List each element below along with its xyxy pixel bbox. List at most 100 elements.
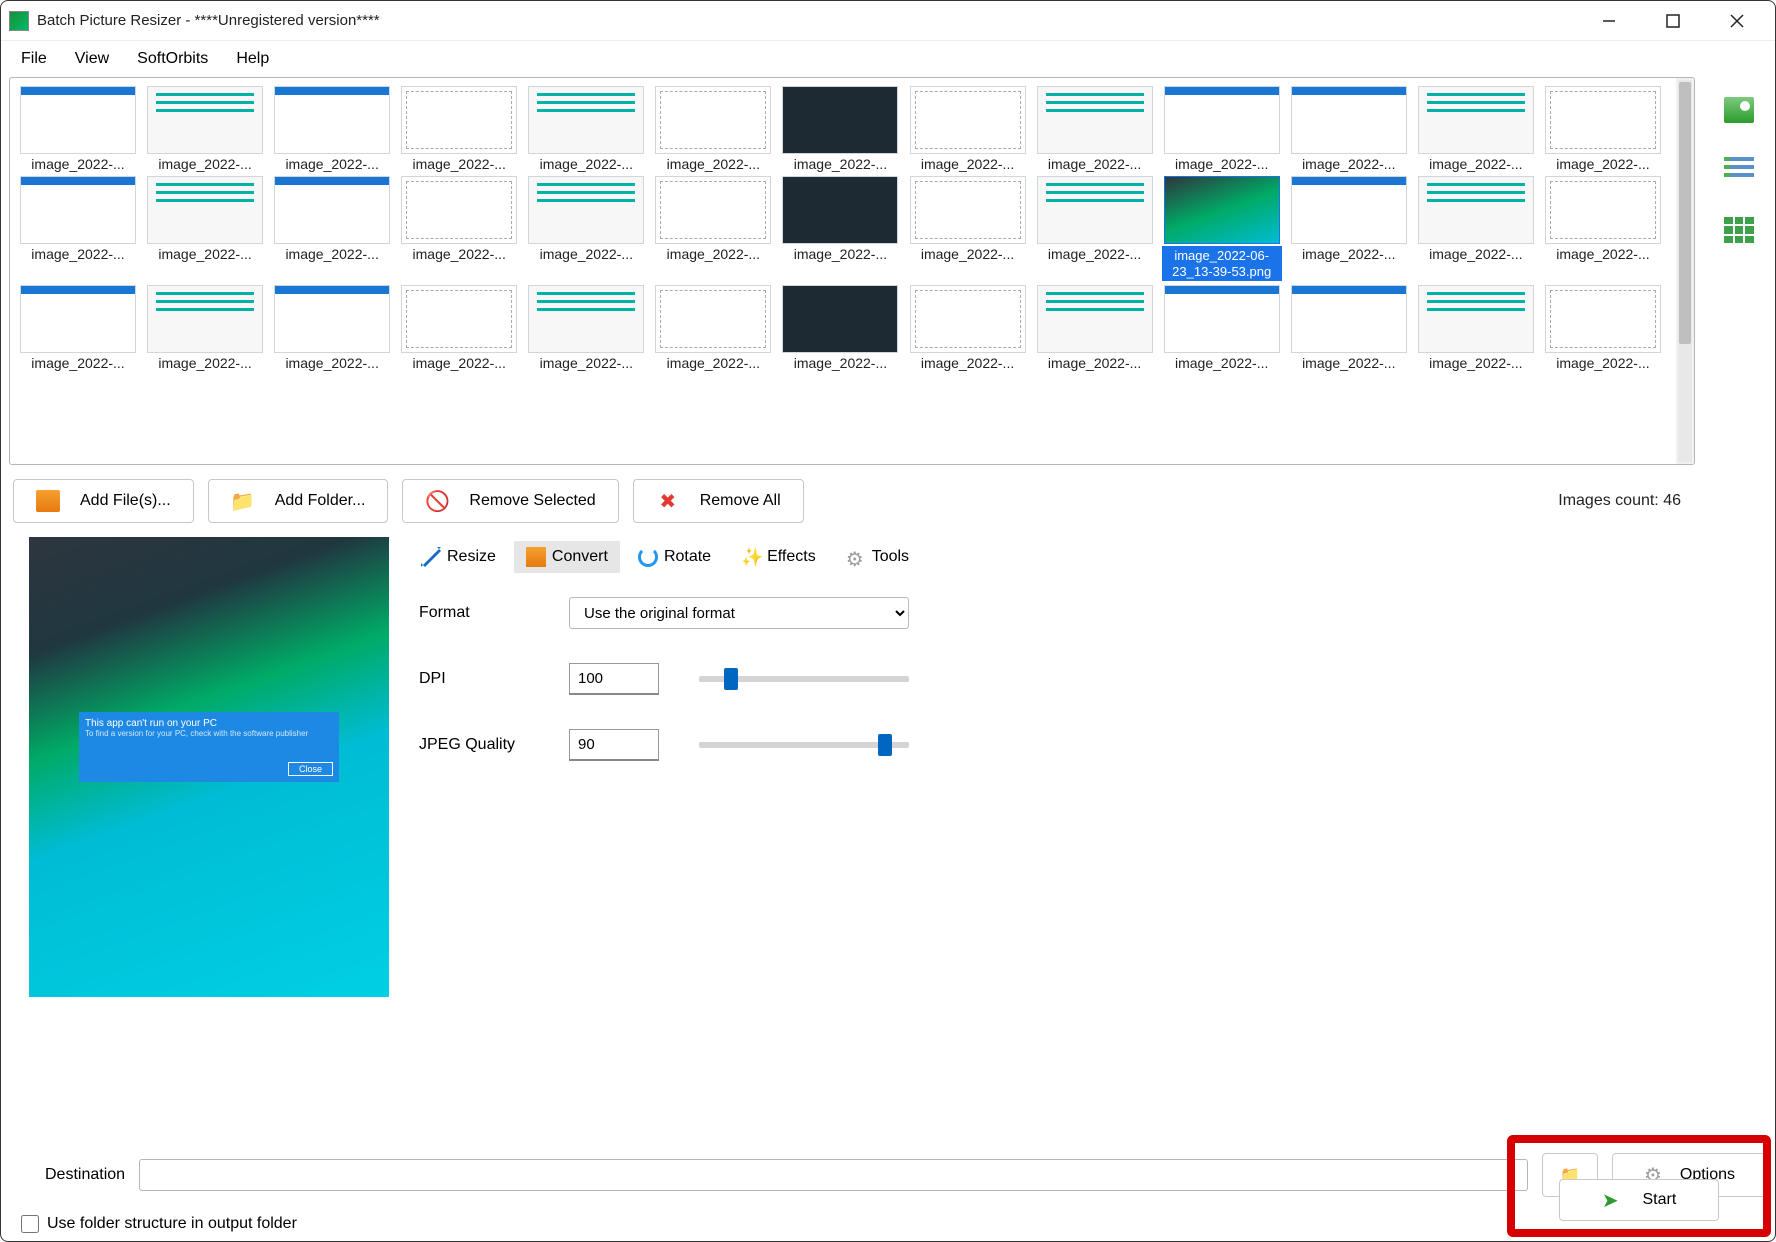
thumbnail-label: image_2022-... [399, 355, 519, 371]
thumbnail-image [1418, 86, 1534, 154]
tabs: Resize Convert Rotate ✨Effects ⚙Tools [409, 537, 1695, 577]
thumbnail-item[interactable]: image_2022-... [1416, 86, 1536, 172]
remove-all-button[interactable]: ✖ Remove All [633, 479, 804, 523]
jpeg-slider-knob[interactable] [878, 734, 892, 756]
thumbnail-item[interactable]: image_2022-... [272, 176, 392, 281]
thumbnail-image [1418, 285, 1534, 353]
format-select[interactable]: Use the original format [569, 597, 909, 629]
thumbnail-item[interactable]: image_2022-... [1416, 176, 1536, 281]
thumbnail-item[interactable]: image_2022-... [653, 285, 773, 371]
thumbnail-label: image_2022-... [145, 156, 265, 172]
thumbnail-item[interactable]: image_2022-... [1416, 285, 1536, 371]
tab-rotate[interactable]: Rotate [626, 541, 723, 573]
thumbnail-item[interactable]: image_2022-... [908, 86, 1028, 172]
thumbnail-item[interactable]: image_2022-... [1035, 285, 1155, 371]
thumbnail-item[interactable]: image_2022-... [399, 285, 519, 371]
thumbnail-item[interactable]: image_2022-... [272, 86, 392, 172]
destination-input[interactable] [139, 1159, 1528, 1191]
thumbnail-item[interactable]: image_2022-... [1035, 86, 1155, 172]
thumbnail-image [1164, 285, 1280, 353]
thumbnail-item[interactable]: image_2022-... [908, 176, 1028, 281]
thumbnail-item[interactable]: image_2022-... [145, 86, 265, 172]
menu-bar: File View SoftOrbits Help [1, 41, 1775, 77]
thumbnail-item[interactable]: image_2022-... [1035, 176, 1155, 281]
thumbnail-image [528, 86, 644, 154]
menu-help[interactable]: Help [224, 46, 281, 72]
thumbnail-item[interactable]: image_2022-... [272, 285, 392, 371]
dpi-slider-knob[interactable] [724, 668, 738, 690]
add-folder-icon: 📁 [231, 490, 255, 512]
thumbnail-item[interactable]: image_2022-... [1289, 285, 1409, 371]
thumbnail-image [401, 176, 517, 244]
add-folder-button[interactable]: 📁 Add Folder... [208, 479, 389, 523]
view-thumbnails-button[interactable] [1724, 97, 1754, 123]
thumbnail-item[interactable]: image_2022-... [908, 285, 1028, 371]
scrollbar-handle[interactable] [1679, 82, 1691, 344]
thumbnail-item[interactable]: image_2022-... [18, 176, 138, 281]
maximize-button[interactable] [1653, 6, 1693, 36]
scrollbar[interactable] [1676, 78, 1694, 464]
thumbnail-image [274, 86, 390, 154]
thumbnail-image [910, 176, 1026, 244]
minimize-button[interactable] [1589, 6, 1629, 36]
thumbnail-item[interactable]: image_2022-... [399, 176, 519, 281]
tab-resize[interactable]: Resize [409, 541, 508, 573]
view-list-button[interactable] [1724, 157, 1754, 183]
thumbnail-item[interactable]: image_2022-... [526, 86, 646, 172]
jpeg-slider[interactable] [699, 742, 909, 748]
thumbnail-label: image_2022-... [18, 355, 138, 371]
dpi-slider[interactable] [699, 676, 909, 682]
thumbnail-image [20, 86, 136, 154]
thumbnail-item[interactable]: image_2022-... [1543, 285, 1663, 371]
thumbnail-item[interactable]: image_2022-... [653, 86, 773, 172]
thumbnail-image [910, 285, 1026, 353]
thumbnail-image [1291, 176, 1407, 244]
menu-softorbits[interactable]: SoftOrbits [125, 46, 220, 72]
add-file-label: Add File(s)... [80, 492, 171, 510]
thumbnail-label: image_2022-... [272, 156, 392, 172]
thumbnail-label: image_2022-... [1162, 156, 1282, 172]
jpeg-input[interactable] [569, 729, 659, 761]
thumbnail-image [528, 176, 644, 244]
thumbnail-label: image_2022-... [526, 246, 646, 262]
tab-tools[interactable]: ⚙Tools [834, 541, 921, 573]
resize-icon [421, 547, 441, 567]
thumbnail-item[interactable]: image_2022-... [1289, 86, 1409, 172]
thumbnail-item[interactable]: image_2022-... [1543, 86, 1663, 172]
thumbnail-item[interactable]: image_2022-... [653, 176, 773, 281]
thumbnail-item[interactable]: image_2022-... [780, 86, 900, 172]
preview-dialog-sub: To find a version for your PC, check wit… [85, 729, 333, 738]
thumbnail-grid[interactable]: image_2022-...image_2022-...image_2022-.… [10, 78, 1676, 464]
tab-effects[interactable]: ✨Effects [729, 541, 828, 573]
thumbnail-item[interactable]: image_2022-... [1543, 176, 1663, 281]
view-grid-button[interactable] [1724, 217, 1754, 243]
start-button[interactable]: ➤ Start [1559, 1179, 1719, 1221]
menu-view[interactable]: View [63, 46, 121, 72]
thumbnail-item[interactable]: image_2022-... [526, 176, 646, 281]
thumbnail-item[interactable]: image_2022-... [526, 285, 646, 371]
thumbnail-item[interactable]: image_2022-... [1162, 86, 1282, 172]
window-title: Batch Picture Resizer - ****Unregistered… [37, 12, 1589, 29]
thumbnail-item[interactable]: image_2022-... [145, 176, 265, 281]
tab-convert[interactable]: Convert [514, 541, 620, 573]
thumbnail-image [782, 176, 898, 244]
thumbnail-item[interactable]: image_2022-... [780, 176, 900, 281]
action-bar: Add File(s)... 📁 Add Folder... 🚫 Remove … [9, 465, 1695, 537]
folder-structure-checkbox[interactable] [21, 1215, 39, 1233]
thumbnail-item[interactable]: image_2022-... [18, 86, 138, 172]
close-button[interactable] [1717, 6, 1757, 36]
thumbnail-label: image_2022-... [1289, 246, 1409, 262]
menu-file[interactable]: File [9, 46, 59, 72]
thumbnail-item[interactable]: image_2022-06-23_13-39-53.png [1162, 176, 1282, 281]
remove-selected-button[interactable]: 🚫 Remove Selected [402, 479, 618, 523]
thumbnail-item[interactable]: image_2022-... [18, 285, 138, 371]
thumbnail-item[interactable]: image_2022-... [780, 285, 900, 371]
add-file-button[interactable]: Add File(s)... [13, 479, 194, 523]
thumbnail-label: image_2022-... [780, 156, 900, 172]
thumbnail-item[interactable]: image_2022-... [399, 86, 519, 172]
thumbnail-item[interactable]: image_2022-... [1289, 176, 1409, 281]
thumbnail-item[interactable]: image_2022-... [145, 285, 265, 371]
thumbnail-item[interactable]: image_2022-... [1162, 285, 1282, 371]
dpi-input[interactable] [569, 663, 659, 695]
thumbnail-label: image_2022-... [145, 246, 265, 262]
